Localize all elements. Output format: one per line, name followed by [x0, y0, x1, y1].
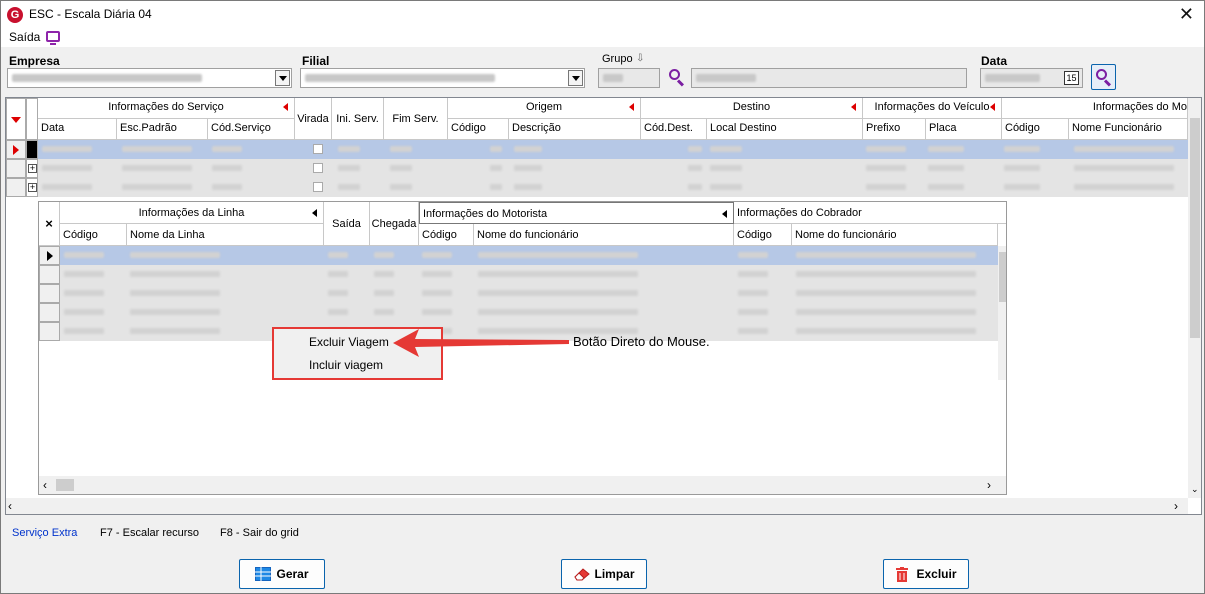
menu-bar: Saída — [1, 29, 1204, 47]
group-header-destino[interactable]: Destino — [641, 98, 863, 119]
sort-down-icon[interactable]: ⇩ — [636, 53, 644, 64]
sort-arrow-icon[interactable] — [11, 117, 21, 123]
empresa-select[interactable] — [7, 68, 292, 88]
list-item[interactable] — [60, 284, 998, 303]
menu-item-excluir-viagem[interactable]: Excluir Viagem — [309, 335, 389, 349]
annotation-text: Botão Direto do Mouse. — [573, 334, 710, 349]
window-title: ESC - Escala Diária 04 — [29, 7, 152, 21]
f8-hint: F8 - Sair do grid — [220, 527, 299, 539]
grupo-code-input[interactable] — [598, 68, 660, 88]
col-linha-codigo[interactable]: Código — [60, 224, 127, 246]
col-virada[interactable]: Virada — [295, 98, 332, 140]
limpar-button[interactable]: Limpar — [561, 559, 647, 589]
calendar-icon[interactable]: 15 — [1064, 71, 1079, 85]
title-bar: G ESC - Escala Diária 04 ✕ — [1, 1, 1204, 29]
eraser-icon — [573, 567, 591, 581]
list-item[interactable] — [60, 265, 998, 284]
grupo-name-input — [691, 68, 967, 88]
col-motorista-codigo[interactable]: Código — [1002, 119, 1069, 140]
col-origem-codigo[interactable]: Código — [448, 119, 509, 140]
scroll-left-icon[interactable]: ‹ — [43, 478, 47, 492]
f7-hint: F7 - Escalar recurso — [100, 527, 200, 539]
col-motorista-nome[interactable]: Nome do funcionário — [474, 224, 734, 246]
col-nome-linha[interactable]: Nome da Linha — [127, 224, 324, 246]
group-header-servico[interactable]: Informações do Serviço — [38, 98, 295, 119]
grid-corner[interactable] — [6, 98, 26, 140]
close-detail-icon[interactable]: × — [39, 202, 60, 246]
virada-checkbox[interactable] — [313, 144, 323, 154]
annotation-arrow-icon — [393, 329, 569, 357]
main-vertical-scrollbar[interactable]: ⌄ — [1188, 98, 1201, 498]
col-data[interactable]: Data — [38, 119, 117, 140]
current-row-icon — [47, 251, 53, 261]
group-header-veiculo[interactable]: Informações do Veículo — [863, 98, 1002, 119]
row-indicator[interactable] — [39, 246, 60, 265]
date-input[interactable]: 15 — [980, 68, 1083, 88]
row-indicator[interactable] — [6, 140, 26, 159]
trash-icon — [895, 567, 911, 582]
monitor-icon[interactable] — [46, 31, 60, 45]
table-row[interactable] — [38, 140, 1188, 159]
col-placa[interactable]: Placa — [926, 119, 1002, 140]
current-row-icon — [13, 145, 19, 155]
excluir-button[interactable]: Excluir — [883, 559, 969, 589]
col-nome-funcionario[interactable]: Nome Funcionário — [1069, 119, 1188, 140]
group-header-origem[interactable]: Origem — [448, 98, 641, 119]
list-item[interactable] — [60, 246, 998, 265]
gerar-button[interactable]: Gerar — [239, 559, 325, 589]
col-cobrador-codigo[interactable]: Código — [734, 224, 792, 246]
virada-checkbox[interactable] — [313, 163, 323, 173]
col-motorista-codigo-detail[interactable]: Código — [419, 224, 474, 246]
col-ini-serv[interactable]: Ini. Serv. — [332, 98, 384, 140]
expand-icon[interactable]: + — [28, 183, 37, 192]
filial-label: Filial — [302, 54, 330, 68]
grid-icon — [255, 567, 272, 581]
data-label: Data — [981, 54, 1008, 68]
col-chegada[interactable]: Chegada — [370, 202, 419, 246]
col-saida[interactable]: Saída — [324, 202, 370, 246]
detail-horizontal-scrollbar[interactable]: ‹ › — [39, 476, 1006, 494]
chevron-down-icon[interactable] — [568, 70, 583, 86]
search-icon[interactable] — [669, 69, 685, 87]
menu-item-incluir-viagem[interactable]: Incluir viagem — [309, 358, 383, 372]
col-cod-dest[interactable]: Cód.Dest. — [641, 119, 707, 140]
servico-extra-link[interactable]: Serviço Extra — [12, 527, 77, 539]
detail-vertical-scrollbar[interactable] — [998, 246, 1006, 380]
col-prefixo[interactable]: Prefixo — [863, 119, 926, 140]
search-icon — [1096, 69, 1112, 87]
col-esc-padrao[interactable]: Esc.Padrão — [117, 119, 208, 140]
gerar-label: Gerar — [276, 567, 309, 581]
app-logo-icon: G — [7, 7, 23, 23]
limpar-label: Limpar — [594, 567, 635, 581]
table-row[interactable] — [38, 178, 1188, 197]
group-header-motorista[interactable]: Informações do Mo — [1002, 98, 1188, 119]
col-local-destino[interactable]: Local Destino — [707, 119, 863, 140]
group-header-motorista-detail[interactable]: Informações do Motorista — [419, 202, 734, 224]
table-row[interactable] — [38, 159, 1188, 178]
col-fim-serv[interactable]: Fim Serv. — [384, 98, 448, 140]
menu-saida[interactable]: Saída — [9, 30, 40, 44]
search-date-button[interactable] — [1091, 64, 1116, 90]
col-cod-servico[interactable]: Cód.Serviço — [208, 119, 295, 140]
empresa-label: Empresa — [9, 54, 60, 68]
col-cobrador-nome[interactable]: Nome do funcionário — [792, 224, 998, 246]
virada-checkbox[interactable] — [313, 182, 323, 192]
list-item[interactable] — [60, 303, 998, 322]
scroll-left-icon[interactable]: ‹ — [8, 499, 12, 513]
expand-icon[interactable]: + — [28, 164, 37, 173]
filial-select[interactable] — [300, 68, 585, 88]
main-window: G ESC - Escala Diária 04 ✕ Saída Empresa… — [0, 0, 1205, 594]
close-icon[interactable]: ✕ — [1179, 3, 1194, 25]
excluir-label: Excluir — [916, 567, 957, 581]
scroll-right-icon[interactable]: › — [1174, 499, 1178, 513]
main-grid[interactable]: Informações do Serviço Virada Ini. Serv.… — [5, 97, 1202, 515]
col-origem-descricao[interactable]: Descrição — [509, 119, 641, 140]
scroll-down-icon[interactable]: ⌄ — [1191, 484, 1199, 495]
group-header-linha[interactable]: Informações da Linha — [60, 202, 324, 224]
chevron-down-icon[interactable] — [275, 70, 290, 86]
scroll-right-icon[interactable]: › — [987, 478, 991, 492]
group-header-cobrador[interactable]: Informações do Cobrador — [734, 202, 1006, 224]
grupo-label: Grupo — [602, 53, 633, 65]
main-horizontal-scrollbar[interactable]: ‹ › — [6, 498, 1188, 514]
